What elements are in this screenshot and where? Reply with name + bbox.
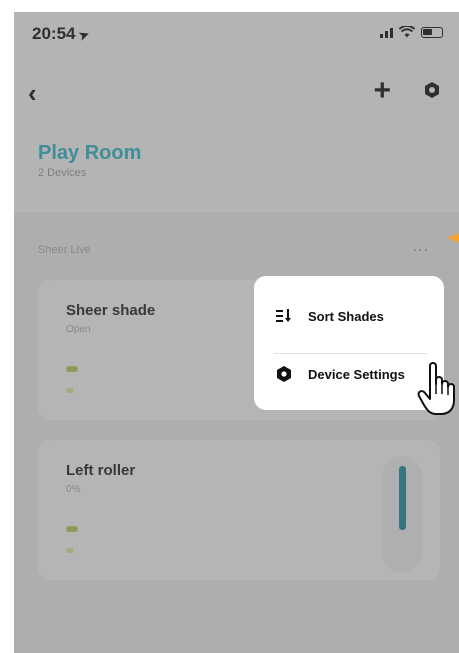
menu-item-label: Sort Shades — [308, 308, 384, 324]
pointer-hand-cursor-icon — [417, 362, 455, 415]
menu-item-sort-shades[interactable]: Sort Shades — [254, 290, 444, 342]
callout-arrow-icon — [447, 233, 459, 243]
sort-icon — [276, 308, 292, 324]
hexagon-settings-icon — [276, 366, 292, 382]
menu-item-label: Device Settings — [308, 366, 405, 382]
app-screen: 20:54 ➤ ‹ + Play Room 2 Devices Sheer Liv… — [14, 12, 459, 653]
